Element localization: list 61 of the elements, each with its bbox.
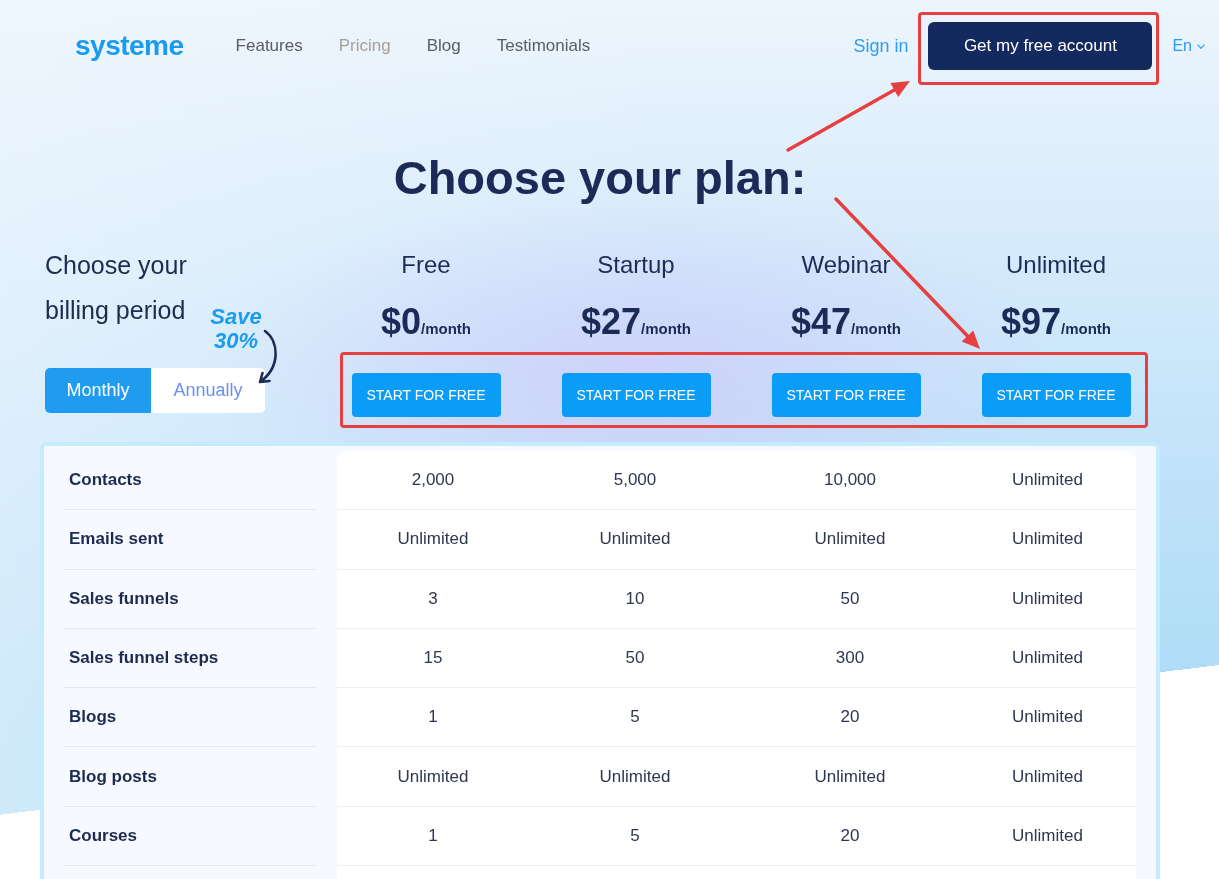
billing-period-title: Choose your billing period: [45, 250, 188, 326]
nav-link[interactable]: Testimonials: [496, 36, 591, 56]
plan-price: $0/month: [380, 300, 471, 344]
table-cell: Unlimited: [1012, 648, 1083, 669]
signup-button[interactable]: Get my free account: [928, 22, 1153, 70]
table-cell: 5: [630, 825, 640, 846]
table-cell: Unlimited: [814, 529, 886, 550]
table-cell: Unlimited: [599, 529, 671, 550]
feature-label: Sales funnels: [69, 588, 179, 609]
plan-name: Startup: [597, 250, 675, 280]
plan-price: $97/month: [1000, 300, 1112, 344]
feature-label: Emails sent: [69, 529, 164, 550]
nav-link[interactable]: Pricing: [338, 36, 391, 56]
billing-period-tab[interactable]: Annually: [151, 368, 265, 413]
table-cell: Unlimited: [1012, 766, 1083, 787]
table-cell: Unlimited: [599, 766, 671, 787]
table-cell: 1: [428, 825, 438, 846]
page-heading: Choose your plan:: [392, 150, 808, 206]
plan-name: Unlimited: [1006, 250, 1106, 280]
table-cell: 20: [840, 707, 860, 728]
table-cell: Unlimited: [1012, 529, 1083, 550]
plan-price: $27/month: [580, 300, 692, 344]
table-cell: Unlimited: [1012, 470, 1083, 491]
feature-label: Contacts: [69, 470, 142, 491]
chevron-down-icon: [1197, 43, 1205, 49]
nav-link[interactable]: Features: [235, 36, 303, 56]
table-cell: Unlimited: [1012, 588, 1083, 609]
table-cell: 300: [835, 648, 865, 669]
start-button[interactable]: START FOR FREE: [981, 373, 1131, 417]
start-button[interactable]: START FOR FREE: [771, 373, 921, 417]
save-note: Save 30%: [209, 305, 263, 353]
table-cell: 20: [840, 825, 860, 846]
plan-name: Free: [401, 250, 451, 280]
table-cell: 10,000: [824, 470, 876, 491]
nav-link[interactable]: Blog: [426, 36, 461, 56]
start-button[interactable]: START FOR FREE: [351, 373, 501, 417]
plan-name: Webinar: [801, 250, 891, 280]
table-cell: Unlimited: [814, 766, 886, 787]
logo[interactable]: systeme: [75, 30, 184, 62]
table-cell: 5,000: [613, 470, 657, 491]
sign-in-link[interactable]: Sign in: [853, 35, 909, 57]
table-cell: 2,000: [411, 470, 455, 491]
table-cell: Unlimited: [397, 766, 469, 787]
feature-label: Courses: [69, 825, 138, 846]
language-selector[interactable]: En: [1172, 37, 1205, 55]
feature-label: Blogs: [69, 707, 117, 728]
start-button[interactable]: START FOR FREE: [561, 373, 711, 417]
table-cell: 50: [625, 648, 645, 669]
table-cell: Unlimited: [1012, 825, 1083, 846]
table-cell: 5: [630, 707, 640, 728]
feature-label: Blog posts: [69, 766, 157, 787]
feature-label: Sales funnel steps: [69, 648, 219, 669]
billing-period-tab[interactable]: Monthly: [45, 368, 151, 413]
table-cell: Unlimited: [397, 529, 469, 550]
table-cell: 3: [428, 588, 438, 609]
plan-price: $47/month: [790, 300, 902, 344]
table-cell: 1: [428, 707, 438, 728]
table-cell: 15: [423, 648, 443, 669]
table-cell: Unlimited: [1012, 707, 1083, 728]
table-cell: 10: [625, 588, 645, 609]
table-cell: 50: [840, 588, 860, 609]
